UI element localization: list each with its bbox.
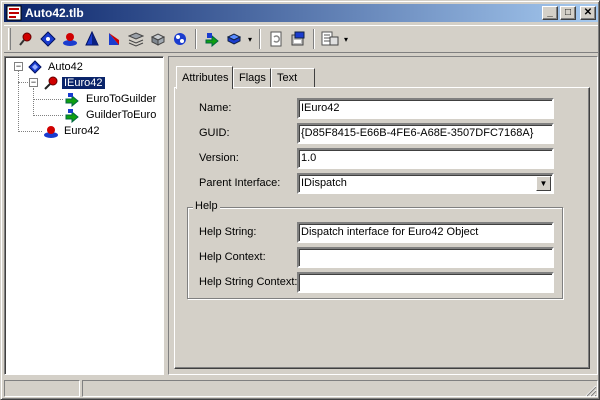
- tab-attributes[interactable]: Attributes: [176, 66, 233, 89]
- export-dropdown-arrow[interactable]: ▾: [341, 28, 351, 50]
- help-context-label: Help Context:: [199, 251, 266, 263]
- typedef-blue-icon[interactable]: [169, 28, 191, 50]
- status-panel-2: [82, 380, 598, 397]
- register-icon[interactable]: [287, 28, 309, 50]
- export-view-icon[interactable]: [319, 28, 341, 50]
- green-arrow-method-icon[interactable]: [201, 28, 223, 50]
- typelib-app-icon: [6, 5, 22, 21]
- pin-red-icon[interactable]: [15, 28, 37, 50]
- tree-node-eurotoguilder[interactable]: EuroToGuilder: [65, 91, 158, 107]
- parent-interface-value: IDispatch: [301, 177, 347, 189]
- tree-node-euro42[interactable]: Euro42: [43, 123, 101, 139]
- method-icon: [65, 109, 79, 123]
- tab-label: Attributes: [182, 72, 229, 84]
- tree-expander-ieuro42[interactable]: −: [29, 78, 38, 87]
- status-panel-1: [4, 380, 80, 397]
- refresh-doc-icon[interactable]: [265, 28, 287, 50]
- type-library-tree[interactable]: − − Auto42 IEuro42 EuroToGuilder Guilder…: [4, 56, 164, 375]
- toolbar-separator: [313, 29, 315, 49]
- module-gray-icon[interactable]: [147, 28, 169, 50]
- tree-node-auto42[interactable]: Auto42: [27, 59, 85, 75]
- toolbar-separator: [195, 29, 197, 49]
- help-string-field[interactable]: Dispatch interface for Euro42 Object: [297, 222, 554, 243]
- tree-connector: [33, 115, 63, 116]
- guid-field[interactable]: {D85F8415-E66B-4FE6-A68E-3507DFC7168A}: [297, 123, 554, 144]
- tree-connector: [18, 131, 42, 132]
- resize-grip-icon[interactable]: [585, 385, 597, 397]
- status-bar: [4, 378, 598, 398]
- parent-interface-select[interactable]: IDispatch ▼: [297, 173, 554, 194]
- main-window: Auto42.tlb _ □ ✕ ▾ ▾ − − Auto42 IEuro42 …: [0, 0, 600, 400]
- tree-connector: [18, 82, 28, 83]
- library-icon: [28, 60, 42, 74]
- coclass-icon: [44, 126, 58, 138]
- title-bar[interactable]: Auto42.tlb _ □ ✕: [4, 4, 598, 22]
- tree-label-selected: IEuro42: [61, 76, 106, 90]
- tree-label: GuilderToEuro: [86, 109, 157, 121]
- maximize-button[interactable]: □: [560, 6, 576, 20]
- tree-label: Auto42: [48, 61, 83, 73]
- detail-pane: Attributes Flags Text Name: IEuro42 GUID…: [168, 56, 598, 375]
- tree-node-guildertoeuro[interactable]: GuilderToEuro: [65, 107, 158, 123]
- help-context-field[interactable]: [297, 247, 554, 268]
- help-group-title: Help: [193, 200, 220, 212]
- tab-label: Flags: [239, 72, 266, 84]
- version-label: Version:: [199, 152, 239, 164]
- tab-flags[interactable]: Flags: [233, 68, 271, 87]
- tree-connector: [18, 71, 19, 132]
- sail-blue-icon[interactable]: [103, 28, 125, 50]
- window-title: Auto42.tlb: [25, 6, 84, 20]
- parent-interface-label: Parent Interface:: [199, 177, 281, 189]
- interface-pin-icon: [44, 76, 58, 90]
- coclass-red-icon[interactable]: [59, 28, 81, 50]
- stack-gray-icon[interactable]: [125, 28, 147, 50]
- toolbar-separator: [259, 29, 261, 49]
- guid-label: GUID:: [199, 127, 230, 139]
- chevron-down-icon[interactable]: ▼: [536, 176, 551, 191]
- diamond-blue-icon[interactable]: [37, 28, 59, 50]
- property-blue-icon[interactable]: [223, 28, 245, 50]
- method-icon: [65, 93, 79, 107]
- name-label: Name:: [199, 102, 232, 114]
- close-button[interactable]: ✕: [580, 6, 596, 20]
- help-string-context-label: Help String Context:: [199, 276, 298, 288]
- tree-connector: [33, 88, 34, 116]
- tree-expander-auto42[interactable]: −: [14, 62, 23, 71]
- tree-label: Euro42: [64, 125, 100, 137]
- version-field[interactable]: 1.0: [297, 148, 554, 169]
- tab-label: Text: [277, 72, 298, 84]
- toolbar: ▾ ▾: [4, 25, 598, 53]
- tree-label: EuroToGuilder: [86, 93, 157, 105]
- minimize-button[interactable]: _: [542, 6, 558, 20]
- tab-text[interactable]: Text: [271, 68, 315, 87]
- name-field[interactable]: IEuro42: [297, 98, 554, 119]
- help-string-label: Help String:: [199, 226, 257, 238]
- pyramid-blue-icon[interactable]: [81, 28, 103, 50]
- attributes-panel: Name: IEuro42 GUID: {D85F8415-E66B-4FE6-…: [174, 87, 590, 369]
- tree-connector: [33, 99, 63, 100]
- property-dropdown-arrow[interactable]: ▾: [245, 28, 255, 50]
- tree-node-ieuro42[interactable]: IEuro42: [43, 75, 106, 91]
- help-string-context-field[interactable]: [297, 272, 554, 293]
- toolbar-grip[interactable]: [8, 28, 11, 50]
